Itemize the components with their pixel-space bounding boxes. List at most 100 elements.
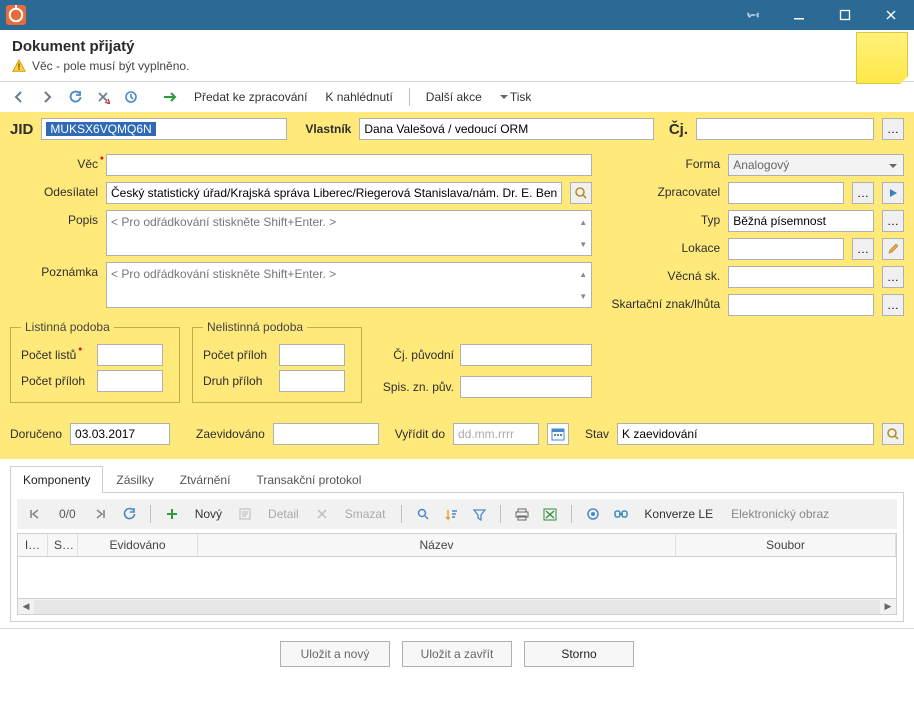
nav-forward-button[interactable]	[36, 86, 58, 108]
att-kind-label: Druh příloh	[203, 374, 273, 388]
grid-horizontal-scrollbar[interactable]: ◀ ▶	[18, 598, 896, 614]
type-field[interactable]: Běžná písemnost	[728, 210, 874, 232]
window-maximize-button[interactable]	[822, 0, 868, 30]
grid-attach-button[interactable]	[582, 503, 604, 525]
desc-textarea[interactable]: ▲▼	[106, 210, 592, 256]
tab-body: 0/0 Nový Detail Smazat Konverze LE Elekt…	[10, 493, 904, 622]
jid-field[interactable]: MUKSX6VQMQ6N	[41, 118, 287, 140]
print-menu[interactable]: Tisk	[494, 87, 538, 107]
refresh-button[interactable]	[64, 86, 86, 108]
status-field[interactable]: K zaevidování	[617, 423, 874, 445]
form-type-dropdown[interactable]: Analogový	[728, 154, 904, 176]
scroll-left-button[interactable]: ◀	[18, 600, 34, 614]
att-count2-field[interactable]	[279, 344, 345, 366]
more-actions-menu[interactable]: Další akce	[420, 87, 488, 107]
sheet-count-label: Počet listů	[21, 348, 91, 362]
location-edit-button[interactable]	[882, 238, 904, 260]
orig-sp-field[interactable]	[460, 376, 592, 398]
grid-sort-button[interactable]	[440, 503, 462, 525]
grid-col-evidovano[interactable]: Evidováno	[78, 534, 198, 556]
spin-down-icon[interactable]: ▼	[575, 233, 591, 255]
history-button[interactable]	[120, 86, 142, 108]
att-kind-field[interactable]	[279, 370, 345, 392]
grid-filter-button[interactable]	[468, 503, 490, 525]
sender-field[interactable]: Český statistický úřad/Krajská správa Li…	[106, 182, 562, 204]
registered-field[interactable]	[273, 423, 379, 445]
cj-field[interactable]	[696, 118, 874, 140]
grid-delete-button: Smazat	[339, 504, 392, 524]
due-field[interactable]: dd.mm.rrrr	[453, 423, 539, 445]
delivered-label: Doručeno	[10, 427, 62, 441]
sender-lookup-button[interactable]	[570, 182, 592, 204]
grid-first-button[interactable]	[23, 503, 45, 525]
grid-last-button[interactable]	[90, 503, 112, 525]
forward-arrow-icon[interactable]	[160, 86, 182, 108]
owner-field[interactable]: Dana Valešová / vedoucí ORM	[359, 118, 654, 140]
spin-up-icon[interactable]: ▲	[575, 263, 591, 285]
delivered-field[interactable]: 03.03.2017	[70, 423, 170, 445]
grid-print-button[interactable]	[511, 503, 533, 525]
save-and-close-button[interactable]: Uložit a zavřít	[402, 641, 512, 667]
tab-zasilky[interactable]: Zásilky	[103, 466, 166, 493]
cancel-button[interactable]: Storno	[524, 641, 634, 667]
scroll-right-button[interactable]: ▶	[880, 600, 896, 614]
tab-bar: Komponenty Zásilky Ztvárnění Transakční …	[10, 465, 904, 493]
shred-ellipsis-button[interactable]: …	[882, 294, 904, 316]
tab-komponenty[interactable]: Komponenty	[10, 466, 103, 493]
orig-cj-field[interactable]	[460, 344, 592, 366]
status-lookup-button[interactable]	[882, 423, 904, 445]
processor-play-button[interactable]	[882, 182, 904, 204]
grid-delete-icon	[311, 503, 333, 525]
forward-to-processing-action[interactable]: Předat ke zpracování	[188, 87, 313, 107]
grid-header: I… S… Evidováno Název Soubor	[18, 534, 896, 557]
grid-col-status[interactable]: S…	[48, 534, 78, 556]
subject-group-ellipsis-button[interactable]: …	[882, 266, 904, 288]
grid-refresh-button[interactable]	[118, 503, 140, 525]
window-minimize-button[interactable]	[776, 0, 822, 30]
note-textarea[interactable]: ▲▼	[106, 262, 592, 308]
grid-new-icon[interactable]	[161, 503, 183, 525]
type-ellipsis-button[interactable]: …	[882, 210, 904, 232]
grid-konverze-button[interactable]: Konverze LE	[638, 504, 719, 524]
grid-new-button[interactable]: Nový	[189, 504, 228, 524]
grid-search-button[interactable]	[412, 503, 434, 525]
orig-cj-label: Čj. původní	[374, 348, 454, 362]
footer: Uložit a nový Uložit a zavřít Storno	[0, 628, 914, 685]
window-close-button[interactable]	[868, 0, 914, 30]
save-and-new-button[interactable]: Uložit a nový	[280, 641, 390, 667]
grid-link-icon[interactable]	[610, 503, 632, 525]
scroll-track[interactable]	[34, 600, 880, 614]
att-count1-field[interactable]	[97, 370, 163, 392]
grid-col-soubor[interactable]: Soubor	[676, 534, 896, 556]
grid-export-button[interactable]	[539, 503, 561, 525]
validation-warning-text: Věc - pole musí být vyplněno.	[32, 59, 189, 73]
spin-down-icon[interactable]: ▼	[575, 285, 591, 307]
tab-ztvarneni[interactable]: Ztvárnění	[167, 466, 244, 493]
processor-ellipsis-button[interactable]: …	[852, 182, 874, 204]
shred-field[interactable]	[728, 294, 874, 316]
discard-button[interactable]	[92, 86, 114, 108]
subject-group-field[interactable]	[728, 266, 874, 288]
grid-col-nazev[interactable]: Název	[198, 534, 676, 556]
grid-eobraz-button[interactable]: Elektronický obraz	[725, 504, 835, 524]
grid-col-index[interactable]: I…	[18, 534, 48, 556]
owner-value: Dana Valešová / vedoucí ORM	[364, 122, 528, 136]
subject-field[interactable]	[106, 154, 592, 176]
status-value: K zaevidování	[622, 427, 697, 441]
subject-label: Věc	[10, 154, 98, 171]
due-calendar-button[interactable]	[547, 423, 569, 445]
nav-back-button[interactable]	[8, 86, 30, 108]
sender-value: Český statistický úřad/Krajská správa Li…	[111, 186, 557, 200]
for-viewing-action[interactable]: K nahlédnutí	[319, 87, 398, 107]
processor-field[interactable]	[728, 182, 844, 204]
sheet-count-field[interactable]	[97, 344, 163, 366]
spin-up-icon[interactable]: ▲	[575, 211, 591, 233]
location-ellipsis-button[interactable]: …	[852, 238, 874, 260]
nonpaper-form-fieldset: Nelistinná podoba Počet příloh Druh příl…	[192, 320, 362, 403]
cj-ellipsis-button[interactable]: …	[882, 118, 904, 140]
location-field[interactable]	[728, 238, 844, 260]
status-label: Stav	[585, 427, 609, 441]
sticky-note-icon[interactable]	[856, 32, 908, 84]
main-toolbar: Předat ke zpracování K nahlédnutí Další …	[0, 82, 914, 112]
tab-transakcni-protokol[interactable]: Transakční protokol	[243, 466, 374, 493]
